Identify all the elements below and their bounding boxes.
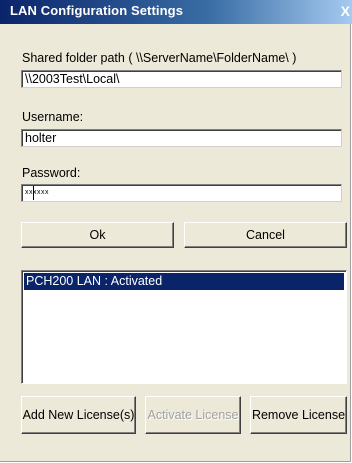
activate-license-button[interactable]: Activate License	[145, 396, 241, 434]
ok-button[interactable]: Ok	[21, 222, 174, 248]
cancel-button[interactable]: Cancel	[184, 222, 347, 248]
lan-config-dialog: LAN Configuration Settings X Shared fold…	[0, 0, 352, 462]
password-label: Password:	[22, 166, 81, 180]
license-list[interactable]: PCH200 LAN : Activated	[21, 270, 347, 384]
shared-folder-label: Shared folder path ( \\ServerName\Folder…	[22, 51, 297, 65]
add-new-license-button[interactable]: Add New License(s)	[21, 396, 136, 434]
window-title: LAN Configuration Settings	[10, 3, 184, 18]
username-label: Username:	[22, 110, 84, 124]
password-input[interactable]	[21, 184, 342, 202]
list-item[interactable]: PCH200 LAN : Activated	[24, 273, 344, 290]
text-caret	[33, 186, 34, 200]
close-icon[interactable]: X	[341, 3, 350, 19]
remove-license-button[interactable]: Remove License	[250, 396, 347, 434]
shared-folder-input[interactable]	[21, 70, 342, 88]
username-input[interactable]	[21, 129, 342, 147]
title-bar[interactable]: LAN Configuration Settings X	[0, 0, 352, 24]
